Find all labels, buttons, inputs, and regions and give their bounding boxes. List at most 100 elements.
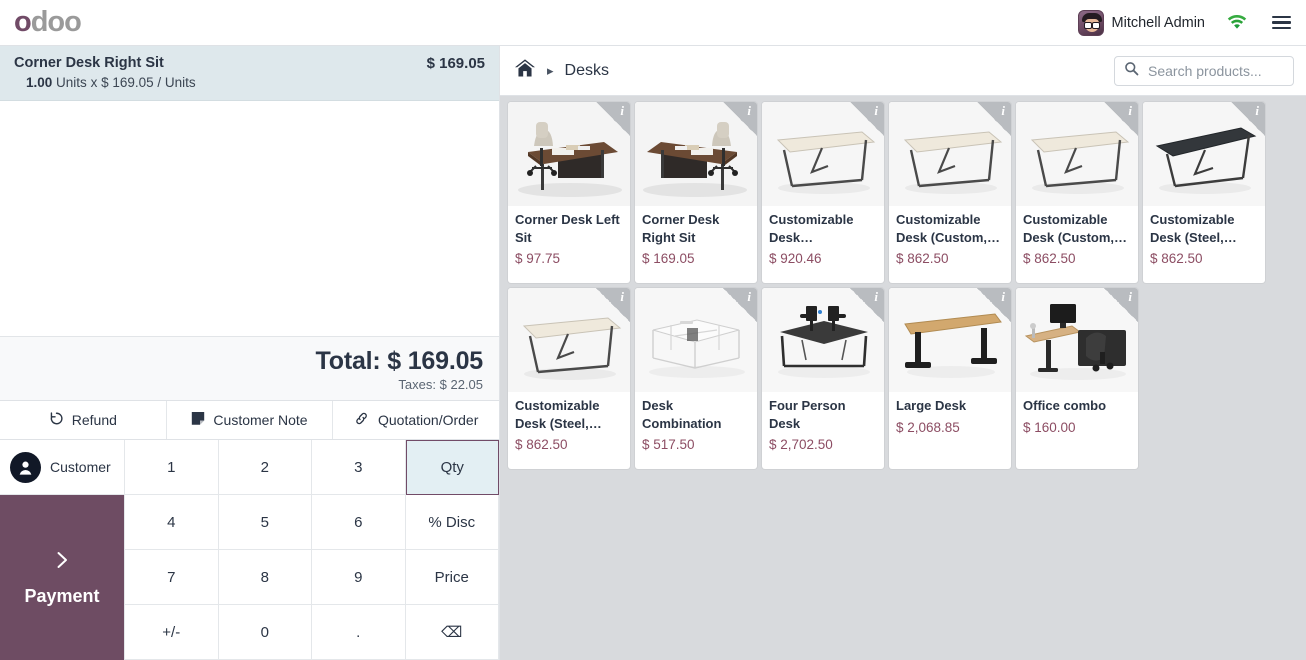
numpad-qty[interactable]: Qty bbox=[405, 440, 499, 495]
product-price: $ 2,702.50 bbox=[769, 437, 833, 453]
product-info-icon[interactable]: i bbox=[850, 102, 884, 136]
product-info-icon[interactable]: i bbox=[723, 288, 757, 322]
refund-button[interactable]: Refund bbox=[0, 401, 167, 439]
numpad-7[interactable]: 7 bbox=[125, 550, 219, 605]
numpad-2[interactable]: 2 bbox=[218, 440, 312, 495]
product-card[interactable]: i Customizable Desk (Aluminium, White) $ 9… bbox=[762, 102, 884, 283]
product-info-letter: i bbox=[874, 289, 878, 304]
product-info-icon[interactable]: i bbox=[977, 288, 1011, 322]
numpad-9[interactable]: 9 bbox=[312, 550, 406, 605]
product-card[interactable]: i Customizable Desk (Steel, White) $ 862.5… bbox=[508, 288, 630, 469]
numpad-8[interactable]: 8 bbox=[218, 550, 312, 605]
wifi-icon[interactable] bbox=[1227, 15, 1247, 30]
product-price: $ 2,068.85 bbox=[896, 419, 960, 435]
breadcrumb: ▸ Desks bbox=[514, 58, 609, 83]
numpad-decimal[interactable]: . bbox=[312, 605, 406, 660]
product-info-letter: i bbox=[747, 103, 751, 118]
product-card[interactable]: i Customizable Desk (Custom, Black) $ 862.… bbox=[1016, 102, 1138, 283]
product-image: i bbox=[508, 288, 630, 392]
hamburger-menu-icon[interactable] bbox=[1269, 13, 1294, 33]
product-price: $ 97.75 bbox=[515, 251, 561, 267]
order-line[interactable]: Corner Desk Right Sit 1.00 Units x $ 169… bbox=[0, 46, 499, 101]
product-card[interactable]: i Corner Desk Right Sit $ 169.05 bbox=[635, 102, 757, 283]
note-icon bbox=[191, 411, 205, 429]
quotation-order-button[interactable]: Quotation/Order bbox=[333, 401, 500, 439]
product-card[interactable]: i Office combo $ 160.00 bbox=[1016, 288, 1138, 469]
product-image: i bbox=[635, 102, 757, 206]
home-icon[interactable] bbox=[514, 58, 536, 83]
product-name: Customizable Desk (Steel, Black) bbox=[1150, 212, 1235, 245]
product-name: Large Desk bbox=[896, 398, 967, 413]
product-image: i bbox=[508, 102, 630, 206]
product-card[interactable]: i Desk Combination $ 517.50 bbox=[635, 288, 757, 469]
order-line-unit-price: $ 169.05 bbox=[101, 74, 154, 90]
order-total: Total: $ 169.05 bbox=[16, 347, 484, 376]
product-grid: i Corner Desk Left Sit $ 97.75 i Corner Desk… bbox=[500, 96, 1306, 660]
numpad-3[interactable]: 3 bbox=[312, 440, 406, 495]
order-panel: Corner Desk Right Sit 1.00 Units x $ 169… bbox=[0, 46, 500, 660]
numpad-4[interactable]: 4 bbox=[125, 495, 219, 550]
product-info-letter: i bbox=[747, 289, 751, 304]
product-card[interactable]: i Corner Desk Left Sit $ 97.75 bbox=[508, 102, 630, 283]
numpad-1[interactable]: 1 bbox=[125, 440, 219, 495]
numpad-price[interactable]: Price bbox=[405, 550, 499, 605]
product-info-icon[interactable]: i bbox=[596, 288, 630, 322]
product-image: i bbox=[889, 288, 1011, 392]
odoo-logo[interactable]: o doo bbox=[14, 6, 82, 38]
product-name: Desk Combination bbox=[642, 398, 722, 431]
product-price: $ 862.50 bbox=[1023, 251, 1076, 267]
product-name: Customizable Desk (Aluminium, White) bbox=[769, 212, 854, 245]
search-box[interactable] bbox=[1114, 55, 1294, 86]
customer-button[interactable]: Customer bbox=[0, 440, 125, 495]
user-menu[interactable]: Mitchell Admin bbox=[1077, 9, 1205, 36]
product-card[interactable]: i Customizable Desk (Custom, White) $ 862.… bbox=[889, 102, 1011, 283]
product-image: i bbox=[1016, 102, 1138, 206]
numpad-backspace[interactable]: ⌫ bbox=[405, 605, 499, 660]
product-info-icon[interactable]: i bbox=[1104, 288, 1138, 322]
product-name: Corner Desk Left Sit bbox=[515, 212, 620, 245]
product-name: Customizable Desk (Custom, White) bbox=[896, 212, 988, 245]
product-info-letter: i bbox=[620, 289, 624, 304]
product-image: i bbox=[1016, 288, 1138, 392]
product-card-body: Four Person Desk $ 2,702.50 bbox=[762, 392, 884, 469]
product-panel: ▸ Desks i Corner Desk Left Sit $ 97.75 i Cor… bbox=[500, 46, 1306, 660]
breadcrumb-category[interactable]: Desks bbox=[565, 62, 609, 80]
product-info-icon[interactable]: i bbox=[596, 102, 630, 136]
numpad-0[interactable]: 0 bbox=[218, 605, 312, 660]
product-name: Customizable Desk (Steel, White) bbox=[515, 398, 600, 431]
product-info-letter: i bbox=[1001, 103, 1005, 118]
product-header: ▸ Desks bbox=[500, 46, 1306, 96]
order-line-multiplier: x bbox=[90, 74, 98, 90]
numpad-6[interactable]: 6 bbox=[312, 495, 406, 550]
product-card-body: Customizable Desk (Aluminium, White) $ 92… bbox=[762, 206, 884, 283]
product-name: Corner Desk Right Sit bbox=[642, 212, 720, 245]
product-info-icon[interactable]: i bbox=[723, 102, 757, 136]
order-line-details: 1.00 Units x $ 169.05 / Units bbox=[14, 75, 196, 90]
customer-note-label: Customer Note bbox=[213, 412, 308, 428]
numpad: 1 2 3 Qty 4 5 6% Disc 7 8 9 Price +/- 0. ⌫ bbox=[125, 440, 499, 660]
numpad-5[interactable]: 5 bbox=[218, 495, 312, 550]
search-input[interactable] bbox=[1148, 62, 1284, 79]
payment-button[interactable]: Payment bbox=[0, 495, 125, 660]
avatar bbox=[1077, 9, 1104, 36]
product-info-icon[interactable]: i bbox=[850, 288, 884, 322]
product-card-body: Desk Combination $ 517.50 bbox=[635, 392, 757, 469]
order-line-qty: 1.00 bbox=[26, 74, 53, 90]
product-name: Office combo bbox=[1023, 398, 1107, 413]
product-name: Customizable Desk (Custom, Black) bbox=[1023, 212, 1115, 245]
logo-rest: doo bbox=[30, 6, 82, 38]
numpad-plusminus[interactable]: +/- bbox=[125, 605, 219, 660]
product-image: i bbox=[635, 288, 757, 392]
customer-note-button[interactable]: Customer Note bbox=[166, 401, 334, 439]
product-info-icon[interactable]: i bbox=[1231, 102, 1265, 136]
product-image: i bbox=[762, 288, 884, 392]
product-info-icon[interactable]: i bbox=[977, 102, 1011, 136]
order-summary: Total: $ 169.05 Taxes: $ 22.05 bbox=[0, 336, 499, 400]
numpad-discount[interactable]: % Disc bbox=[405, 495, 499, 550]
product-card[interactable]: i Large Desk $ 2,068.85 bbox=[889, 288, 1011, 469]
product-info-icon[interactable]: i bbox=[1104, 102, 1138, 136]
order-line-product-name: Corner Desk Right Sit bbox=[14, 55, 164, 71]
refund-arrow-icon bbox=[49, 411, 64, 429]
product-card[interactable]: i Customizable Desk (Steel, Black) $ 862.5… bbox=[1143, 102, 1265, 283]
product-card[interactable]: i Four Person Desk $ 2,702.50 bbox=[762, 288, 884, 469]
